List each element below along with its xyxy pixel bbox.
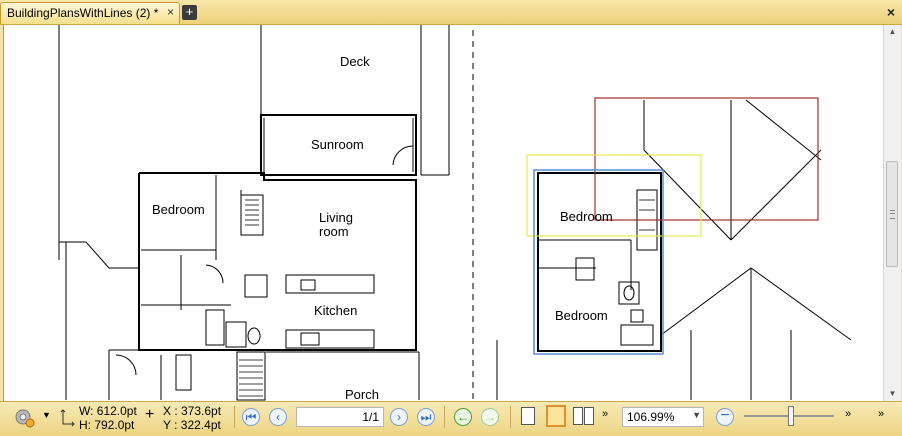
label-sunroom: Sunroom bbox=[311, 137, 364, 152]
document-viewer[interactable]: Deck Sunroom Bedroom Living room Kitchen… bbox=[3, 25, 884, 401]
label-kitchen: Kitchen bbox=[314, 303, 357, 318]
label-bedroom-left: Bedroom bbox=[152, 202, 205, 217]
first-page-icon[interactable]: ⏮ bbox=[242, 408, 260, 426]
cursor-x-text: X : 373.6pt bbox=[163, 404, 222, 418]
label-room: room bbox=[319, 224, 349, 239]
back-icon[interactable]: ← bbox=[454, 408, 472, 426]
toolbar-overflow-icon[interactable]: » bbox=[878, 408, 884, 420]
divider bbox=[510, 406, 511, 428]
page-width-text: W: 612.0pt bbox=[79, 404, 137, 418]
cursor-crosshair-icon: + bbox=[145, 406, 155, 423]
facing-pages-icon[interactable] bbox=[573, 407, 583, 425]
zoom-dropdown-icon: ▼ bbox=[692, 410, 701, 420]
tab-bar: BuildingPlansWithLines (2) * × + × bbox=[0, 0, 902, 25]
scroll-up-icon[interactable]: ▲ bbox=[884, 25, 901, 39]
tab-close-icon[interactable]: × bbox=[167, 5, 174, 19]
label-bedroom-upper: Bedroom bbox=[560, 209, 613, 224]
divider bbox=[234, 406, 235, 428]
cursor-y-text: Y : 322.4pt bbox=[163, 418, 221, 432]
label-bedroom-lower: Bedroom bbox=[555, 308, 608, 323]
continuous-page-icon[interactable] bbox=[546, 405, 566, 427]
grip-icon bbox=[890, 210, 895, 219]
label-deck: Deck bbox=[340, 54, 370, 69]
divider bbox=[444, 406, 445, 428]
zoom-more-icon[interactable]: » bbox=[845, 408, 851, 420]
scroll-down-icon[interactable]: ▼ bbox=[884, 387, 901, 401]
zoom-select[interactable]: 106.99% ▼ bbox=[622, 407, 704, 427]
label-living: Living bbox=[319, 210, 353, 225]
last-page-icon[interactable]: ⏭ bbox=[417, 408, 435, 426]
zoom-slider-thumb[interactable] bbox=[788, 406, 794, 426]
dimensions-icon bbox=[60, 409, 75, 427]
settings-dropdown-icon[interactable]: ▼ bbox=[42, 410, 51, 420]
next-page-icon[interactable]: › bbox=[390, 408, 408, 426]
label-porch: Porch bbox=[345, 387, 379, 401]
zoom-out-icon[interactable]: − bbox=[716, 408, 734, 426]
page-height-text: H: 792.0pt bbox=[79, 418, 135, 432]
scroll-thumb[interactable] bbox=[886, 161, 898, 267]
tab-title: BuildingPlansWithLines (2) * bbox=[7, 6, 159, 20]
facing-pages-right-icon[interactable] bbox=[584, 407, 594, 425]
floor-plan-drawing: Deck Sunroom Bedroom Living room Kitchen… bbox=[58, 25, 852, 401]
zoom-value: 106.99% bbox=[627, 410, 675, 424]
more-chevron-icon[interactable]: » bbox=[602, 408, 608, 420]
new-tab-button[interactable]: + bbox=[182, 5, 197, 20]
prev-page-icon[interactable]: ‹ bbox=[269, 408, 287, 426]
settings-gear-icon[interactable] bbox=[12, 406, 36, 428]
close-window-button[interactable]: × bbox=[883, 4, 899, 20]
forward-icon[interactable]: → bbox=[481, 408, 499, 426]
vertical-scrollbar[interactable]: ▲ ▼ bbox=[883, 25, 901, 401]
single-page-icon[interactable] bbox=[521, 407, 535, 425]
page-number-input[interactable]: 1/1 bbox=[296, 407, 384, 427]
document-tab[interactable]: BuildingPlansWithLines (2) * × bbox=[0, 2, 180, 24]
